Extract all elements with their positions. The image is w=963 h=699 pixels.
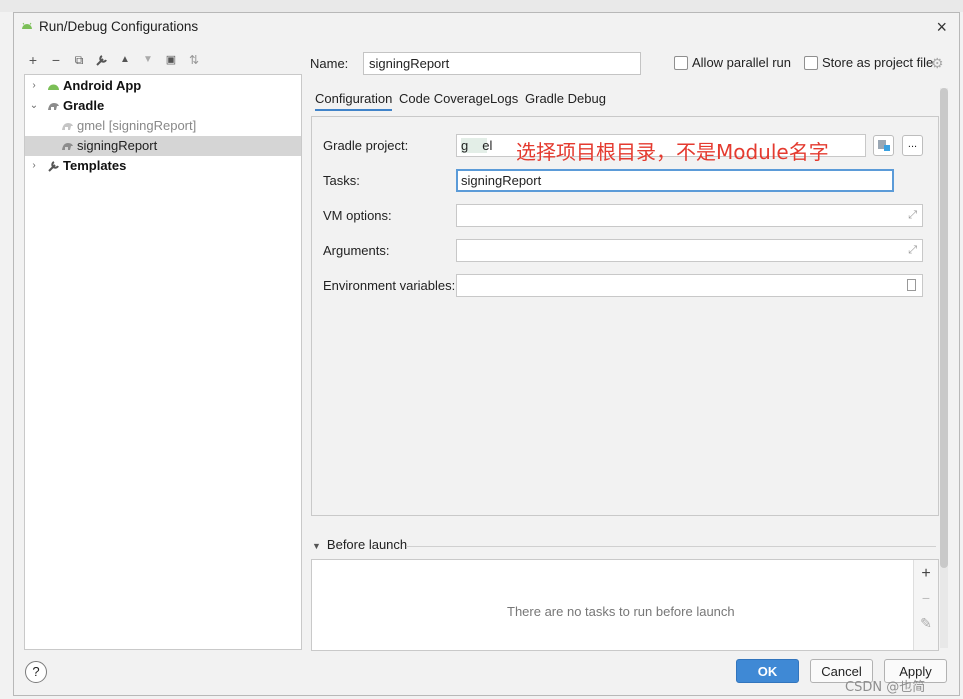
config-tree: › Android App ⌄ Gradle gmel [signingRepo… (24, 74, 302, 650)
copy-icon[interactable]: ⧉ (70, 51, 88, 69)
sort-icon[interactable]: ⇅ (185, 51, 203, 69)
tree-item-gmel-signingreport[interactable]: gmel [signingReport] (25, 116, 301, 136)
ok-button[interactable]: OK (736, 659, 799, 683)
environment-variables-label: Environment variables: (323, 278, 456, 293)
tree-item-label: Gradle (63, 98, 105, 113)
move-up-icon[interactable]: ▲ (116, 51, 134, 69)
checkbox-label: Allow parallel run (692, 55, 791, 70)
gradle-project-value: g (461, 138, 469, 153)
expand-icon[interactable]: ⤢ (908, 244, 917, 257)
dialog-title: Run/Debug Configurations (39, 19, 199, 34)
expand-icon[interactable]: ⤢ (908, 209, 917, 222)
gradle-icon (62, 123, 73, 130)
wrench-icon (48, 161, 59, 172)
tab-logs[interactable]: Logs (490, 91, 518, 106)
select-project-button[interactable] (873, 135, 894, 156)
android-icon (48, 84, 59, 90)
add-icon[interactable]: + (24, 51, 42, 69)
tree-item-label: gmel [signingReport] (77, 118, 197, 133)
vm-options-label: VM options: (323, 208, 392, 223)
wrench-icon[interactable] (93, 51, 111, 69)
gradle-project-value-tail: el (482, 138, 493, 153)
checkbox-box[interactable] (804, 56, 818, 70)
tasks-input[interactable]: signingReport (456, 169, 894, 192)
add-icon[interactable]: + (914, 565, 938, 583)
scrollbar-thumb[interactable] (940, 88, 948, 568)
help-button[interactable]: ? (25, 661, 47, 683)
tree-item-signingreport[interactable]: signingReport (25, 136, 301, 156)
tree-item-label: Templates (63, 158, 127, 173)
android-icon (22, 22, 32, 29)
tab-gradle-debug[interactable]: Gradle Debug (525, 91, 606, 106)
before-launch-toolbar: + − ✎ (913, 560, 938, 650)
tab-configuration[interactable]: Configuration (315, 91, 393, 111)
environment-variables-input[interactable] (456, 274, 923, 297)
tree-item-gradle[interactable]: ⌄ Gradle (25, 96, 301, 116)
edit-icon[interactable]: ✎ (914, 615, 938, 632)
tree-item-templates[interactable]: › Templates (25, 156, 301, 176)
vertical-scrollbar[interactable] (940, 88, 948, 648)
configuration-panel: Gradle project: g el 选择项目根目录，不是Module名字 .… (311, 116, 939, 516)
empty-tasks-text: There are no tasks to run before launch (507, 604, 735, 619)
gradle-icon (62, 143, 73, 150)
vm-options-input[interactable]: ⤢ (456, 204, 923, 227)
before-launch-header[interactable]: ▼ Before launch (312, 537, 407, 552)
tree-item-android-app[interactable]: › Android App (25, 76, 301, 96)
name-label: Name: (310, 56, 349, 71)
tree-item-label: Android App (63, 78, 142, 93)
red-annotation: 选择项目根目录，不是Module名字 (516, 140, 829, 164)
checkbox-label: Store as project file (822, 55, 934, 70)
project-folder-icon (877, 140, 890, 151)
browse-button[interactable]: ... (902, 135, 923, 156)
gradle-project-label: Gradle project: (323, 138, 409, 153)
arguments-input[interactable]: ⤢ (456, 239, 923, 262)
remove-icon[interactable]: − (47, 51, 65, 69)
before-launch-panel: There are no tasks to run before launch … (311, 559, 939, 651)
move-down-icon[interactable]: ▼ (139, 51, 157, 69)
gradle-icon (48, 103, 59, 110)
run-debug-dialog: Run/Debug Configurations × + − ⧉ ▲ ▼ ▣ ⇅… (13, 12, 960, 696)
tree-item-label: signingReport (77, 138, 158, 153)
name-input[interactable]: signingReport (363, 52, 641, 75)
tab-code-coverage[interactable]: Code Coverage (399, 91, 490, 106)
close-button[interactable]: × (936, 17, 947, 38)
tasks-label: Tasks: (323, 173, 360, 188)
chevron-right-icon[interactable]: › (29, 156, 39, 176)
document-icon[interactable] (907, 279, 916, 291)
background-strip (0, 0, 963, 12)
chevron-right-icon[interactable]: › (29, 76, 39, 96)
gear-icon[interactable]: ⚙ (931, 55, 944, 72)
chevron-down-icon[interactable]: ⌄ (29, 96, 39, 116)
title-bar: Run/Debug Configurations × (14, 13, 959, 43)
before-launch-label: Before launch (326, 537, 408, 552)
remove-icon[interactable]: − (914, 590, 938, 606)
checkbox-box[interactable] (674, 56, 688, 70)
folder-icon[interactable]: ▣ (162, 51, 180, 69)
divider (406, 546, 936, 547)
arguments-label: Arguments: (323, 243, 390, 258)
watermark: CSDN @也简 (845, 680, 926, 695)
collapse-triangle-icon[interactable]: ▼ (312, 541, 321, 551)
